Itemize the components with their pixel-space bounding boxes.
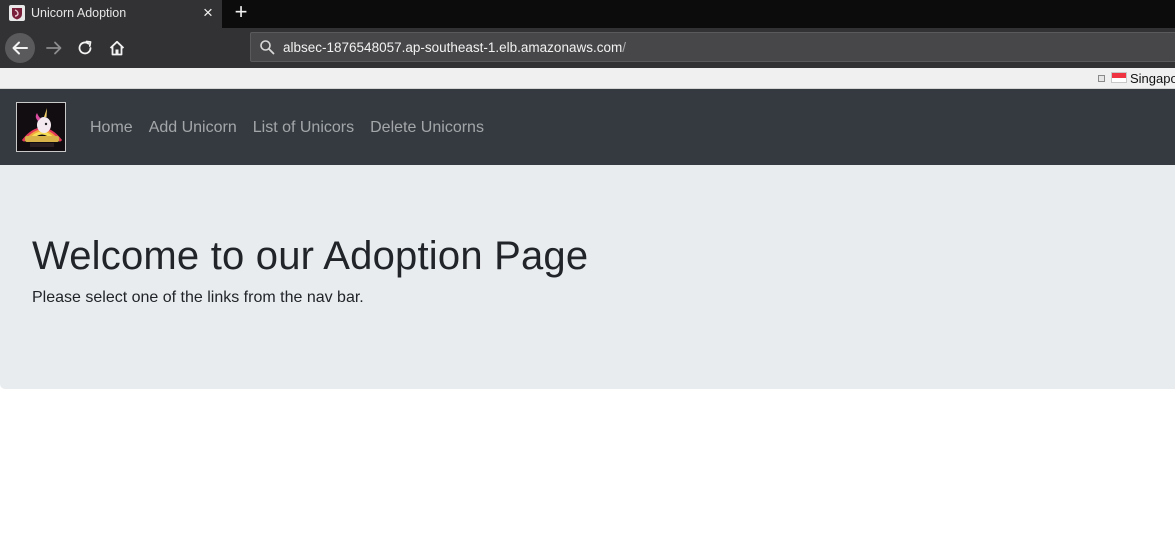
forward-arrow-icon[interactable] [40,34,68,62]
address-bar[interactable]: albsec-1876548057.ap-southeast-1.elb.ama… [250,32,1175,62]
bookmarks-toolbar: Singapo [0,68,1175,89]
unicorn-favicon-icon [9,5,25,21]
search-icon [259,39,275,55]
browser-toolbar: albsec-1876548057.ap-southeast-1.elb.ama… [0,28,1175,68]
reload-icon[interactable] [71,34,99,62]
tab-title: Unicorn Adoption [31,6,127,20]
close-tab-icon[interactable]: × [199,3,217,23]
site-navbar: Home Add Unicorn List of Unicors Delete … [0,89,1175,165]
home-icon[interactable] [103,34,131,62]
browser-tabstrip: Unicorn Adoption × + [0,0,1175,28]
nav-link-delete-unicorns[interactable]: Delete Unicorns [370,119,484,137]
url-host: albsec-1876548057.ap-southeast-1.elb.ama… [283,40,623,55]
back-arrow-icon[interactable] [5,33,35,63]
bookmark-icon[interactable] [1098,75,1105,82]
jumbotron: Welcome to our Adoption Page Please sele… [0,165,1175,389]
nav-link-list-of-unicorns[interactable]: List of Unicors [253,119,354,137]
page-title: Welcome to our Adoption Page [32,234,589,278]
nav-link-home[interactable]: Home [90,119,133,137]
lead-text: Please select one of the links from the … [32,289,364,306]
nav-link-add-unicorn[interactable]: Add Unicorn [149,119,237,137]
singapore-flag-icon[interactable] [1111,72,1127,83]
url-path: / [622,40,626,55]
brand-logo[interactable] [16,102,66,152]
browser-tab[interactable]: Unicorn Adoption × [0,0,222,28]
new-tab-icon[interactable]: + [230,1,252,23]
bookmark-label[interactable]: Singapo [1130,71,1175,86]
nav-links: Home Add Unicorn List of Unicors Delete … [90,119,500,137]
url-text[interactable]: albsec-1876548057.ap-southeast-1.elb.ama… [283,40,626,55]
